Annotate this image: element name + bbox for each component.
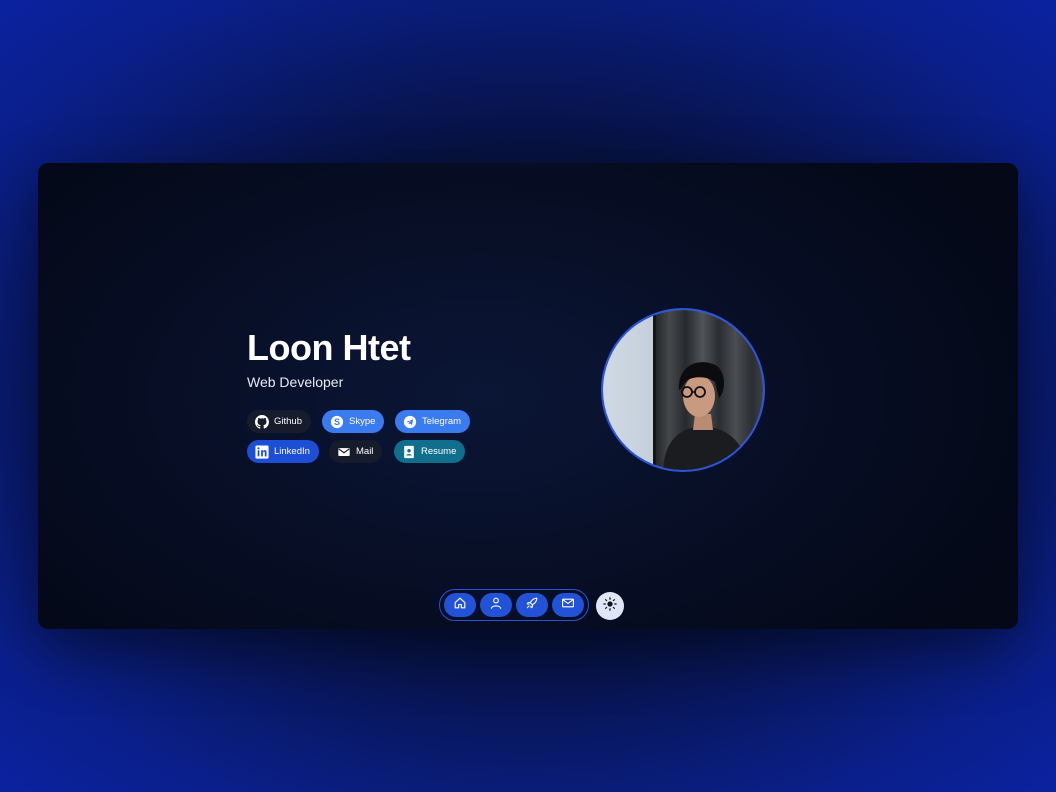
mail-icon xyxy=(561,596,575,615)
profile-photo xyxy=(601,308,765,472)
resume-label: Resume xyxy=(421,446,457,457)
skype-icon: S xyxy=(330,415,344,429)
resume-link[interactable]: Resume xyxy=(394,440,466,463)
linkedin-icon xyxy=(255,444,269,459)
bottom-nav-dock xyxy=(439,589,589,621)
theme-toggle-button[interactable] xyxy=(596,592,624,620)
hero-role: Web Developer xyxy=(247,374,344,390)
linkedin-link[interactable]: LinkedIn xyxy=(247,440,319,463)
github-icon xyxy=(255,414,269,429)
hero-name: Loon Htet xyxy=(247,327,411,368)
user-icon xyxy=(489,596,503,615)
home-icon xyxy=(453,596,467,615)
github-label: Github xyxy=(274,416,302,427)
mail-label: Mail xyxy=(356,446,374,457)
telegram-label: Telegram xyxy=(422,416,462,427)
telegram-link[interactable]: Telegram xyxy=(395,410,471,433)
nav-about-button[interactable] xyxy=(480,593,512,617)
nav-home-button[interactable] xyxy=(444,593,476,617)
github-link[interactable]: Github xyxy=(247,410,311,433)
sun-icon xyxy=(603,596,617,616)
skype-label: Skype xyxy=(349,416,376,427)
resume-icon xyxy=(402,445,416,459)
nav-contact-button[interactable] xyxy=(552,593,584,617)
skype-link[interactable]: S Skype xyxy=(322,410,385,433)
telegram-icon xyxy=(403,415,417,429)
envelope-icon xyxy=(337,445,351,459)
rocket-icon xyxy=(525,596,539,615)
nav-projects-button[interactable] xyxy=(516,593,548,617)
portfolio-window: Loon Htet Web Developer Github S Skype T… xyxy=(38,163,1018,629)
svg-text:S: S xyxy=(334,417,340,427)
mail-link[interactable]: Mail xyxy=(329,440,383,463)
linkedin-label: LinkedIn xyxy=(274,446,310,457)
